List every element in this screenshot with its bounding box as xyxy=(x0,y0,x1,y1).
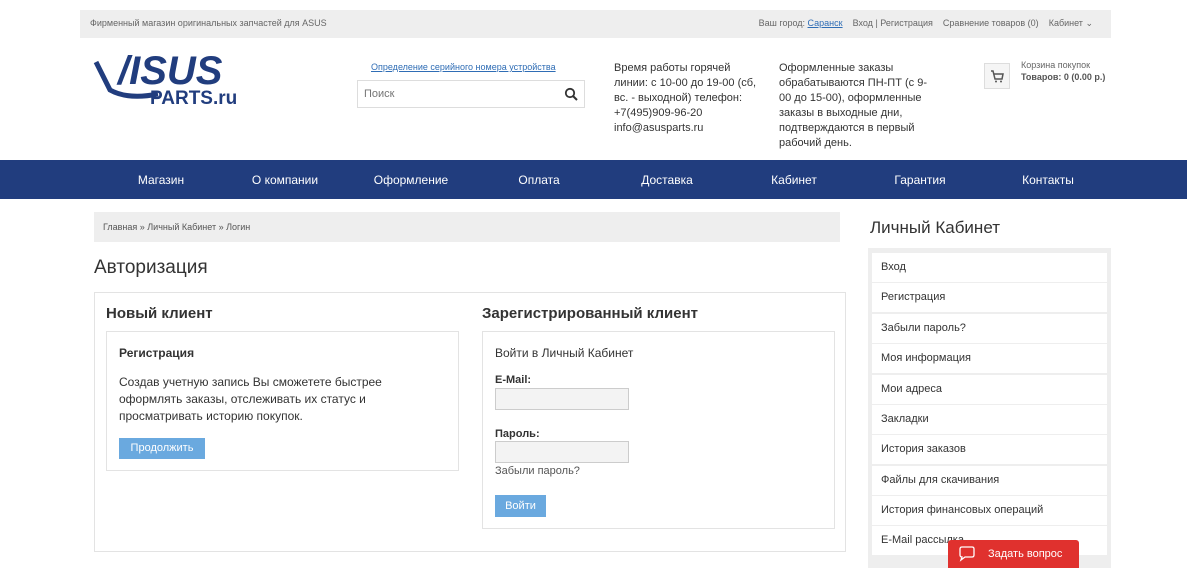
sidebar-item-downloads[interactable]: Файлы для скачивания xyxy=(872,466,1107,495)
cabinet-dropdown[interactable]: Кабинет xyxy=(1049,18,1083,28)
nav-item-payment[interactable]: Оплата xyxy=(474,160,604,199)
serial-number-link[interactable]: Определение серийного номера устройства xyxy=(371,62,556,72)
nav-item-warranty[interactable]: Гарантия xyxy=(855,160,985,199)
site-logo[interactable]: /ISUS PARTS.ru xyxy=(88,48,298,109)
top-bar-links: Ваш город: Саранск Вход | Регистрация Ср… xyxy=(759,18,1093,29)
password-label: Пароль: xyxy=(495,428,540,440)
sidebar-item-bookmarks[interactable]: Закладки xyxy=(872,405,1107,434)
orders-info: Оформленные заказы обрабатываются ПН-ПТ … xyxy=(779,62,927,149)
breadcrumb[interactable]: Главная » Личный Кабинет » Логин xyxy=(94,212,840,242)
logo-text: /ISUS xyxy=(116,49,223,93)
shop-tagline: Фирменный магазин оригинальных запчастей… xyxy=(90,18,327,28)
nav-item-ordering[interactable]: Оформление xyxy=(346,160,476,199)
email-field[interactable] xyxy=(495,388,629,410)
ask-question-label: Задать вопрос xyxy=(988,548,1063,560)
hotline-hours: Время работы горячей линии: с 10-00 до 1… xyxy=(614,62,757,134)
login-register-link[interactable]: Вход | Регистрация xyxy=(853,18,933,28)
sidebar-title: Личный Кабинет xyxy=(870,218,1000,237)
sidebar-item-my-info[interactable]: Моя информация xyxy=(872,344,1107,373)
continue-button[interactable]: Продолжить xyxy=(119,438,205,459)
new-client-title: Новый клиент xyxy=(106,305,213,322)
login-subtitle: Войти в Личный Кабинет xyxy=(495,346,634,360)
page-title: Авторизация xyxy=(94,257,208,278)
city-link[interactable]: Саранск xyxy=(808,18,843,28)
chevron-down-icon: ⌄ xyxy=(1085,18,1093,28)
nav-item-shop[interactable]: Магазин xyxy=(96,160,226,199)
email-label: E-Mail: xyxy=(495,374,532,386)
nav-item-contacts[interactable]: Контакты xyxy=(983,160,1113,199)
nav-item-cabinet[interactable]: Кабинет xyxy=(729,160,859,199)
search-input[interactable] xyxy=(358,81,553,107)
registration-heading: Регистрация xyxy=(119,346,195,360)
asus-parts-logo: /ISUS PARTS.ru xyxy=(93,49,237,109)
sidebar-item-order-history[interactable]: История заказов xyxy=(872,435,1107,464)
cart-label: Корзина покупок xyxy=(1021,60,1091,70)
compare-link[interactable]: Сравнение товаров (0) xyxy=(943,18,1039,28)
top-bar-strip: Фирменный магазин оригинальных запчастей… xyxy=(80,10,1111,38)
sidebar-item-transactions[interactable]: История финансовых операций xyxy=(872,496,1107,525)
registration-description: Создав учетную запись Вы сможетете быстр… xyxy=(119,375,382,423)
main-nav: Магазин О компании Оформление Оплата Дос… xyxy=(0,160,1187,199)
sidebar-item-register[interactable]: Регистрация xyxy=(872,283,1107,312)
password-field[interactable] xyxy=(495,441,629,463)
ask-question-button[interactable]: Задать вопрос xyxy=(948,540,1079,568)
cart-icon xyxy=(991,70,1004,83)
sidebar-item-forgot-password[interactable]: Забыли пароль? xyxy=(872,314,1107,343)
logo-subtext: PARTS.ru xyxy=(150,88,237,108)
city-label: Ваш город: xyxy=(758,18,806,28)
search-icon[interactable] xyxy=(564,87,578,101)
nav-item-delivery[interactable]: Доставка xyxy=(602,160,732,199)
top-bar: Фирменный магазин оригинальных запчастей… xyxy=(0,0,1187,40)
forgot-password-link[interactable]: Забыли пароль? xyxy=(495,465,580,477)
chat-bubble-icon xyxy=(959,546,975,562)
cart-total[interactable]: Товаров: 0 (0.00 р.) xyxy=(1021,72,1105,82)
sidebar-item-login[interactable]: Вход xyxy=(872,253,1107,282)
registered-client-title: Зарегистрированный клиент xyxy=(482,305,698,322)
sidebar-item-addresses[interactable]: Мои адреса xyxy=(872,375,1107,404)
cart-button[interactable] xyxy=(984,63,1010,89)
nav-item-about[interactable]: О компании xyxy=(220,160,350,199)
search-box xyxy=(357,80,585,108)
login-button[interactable]: Войти xyxy=(495,495,546,517)
